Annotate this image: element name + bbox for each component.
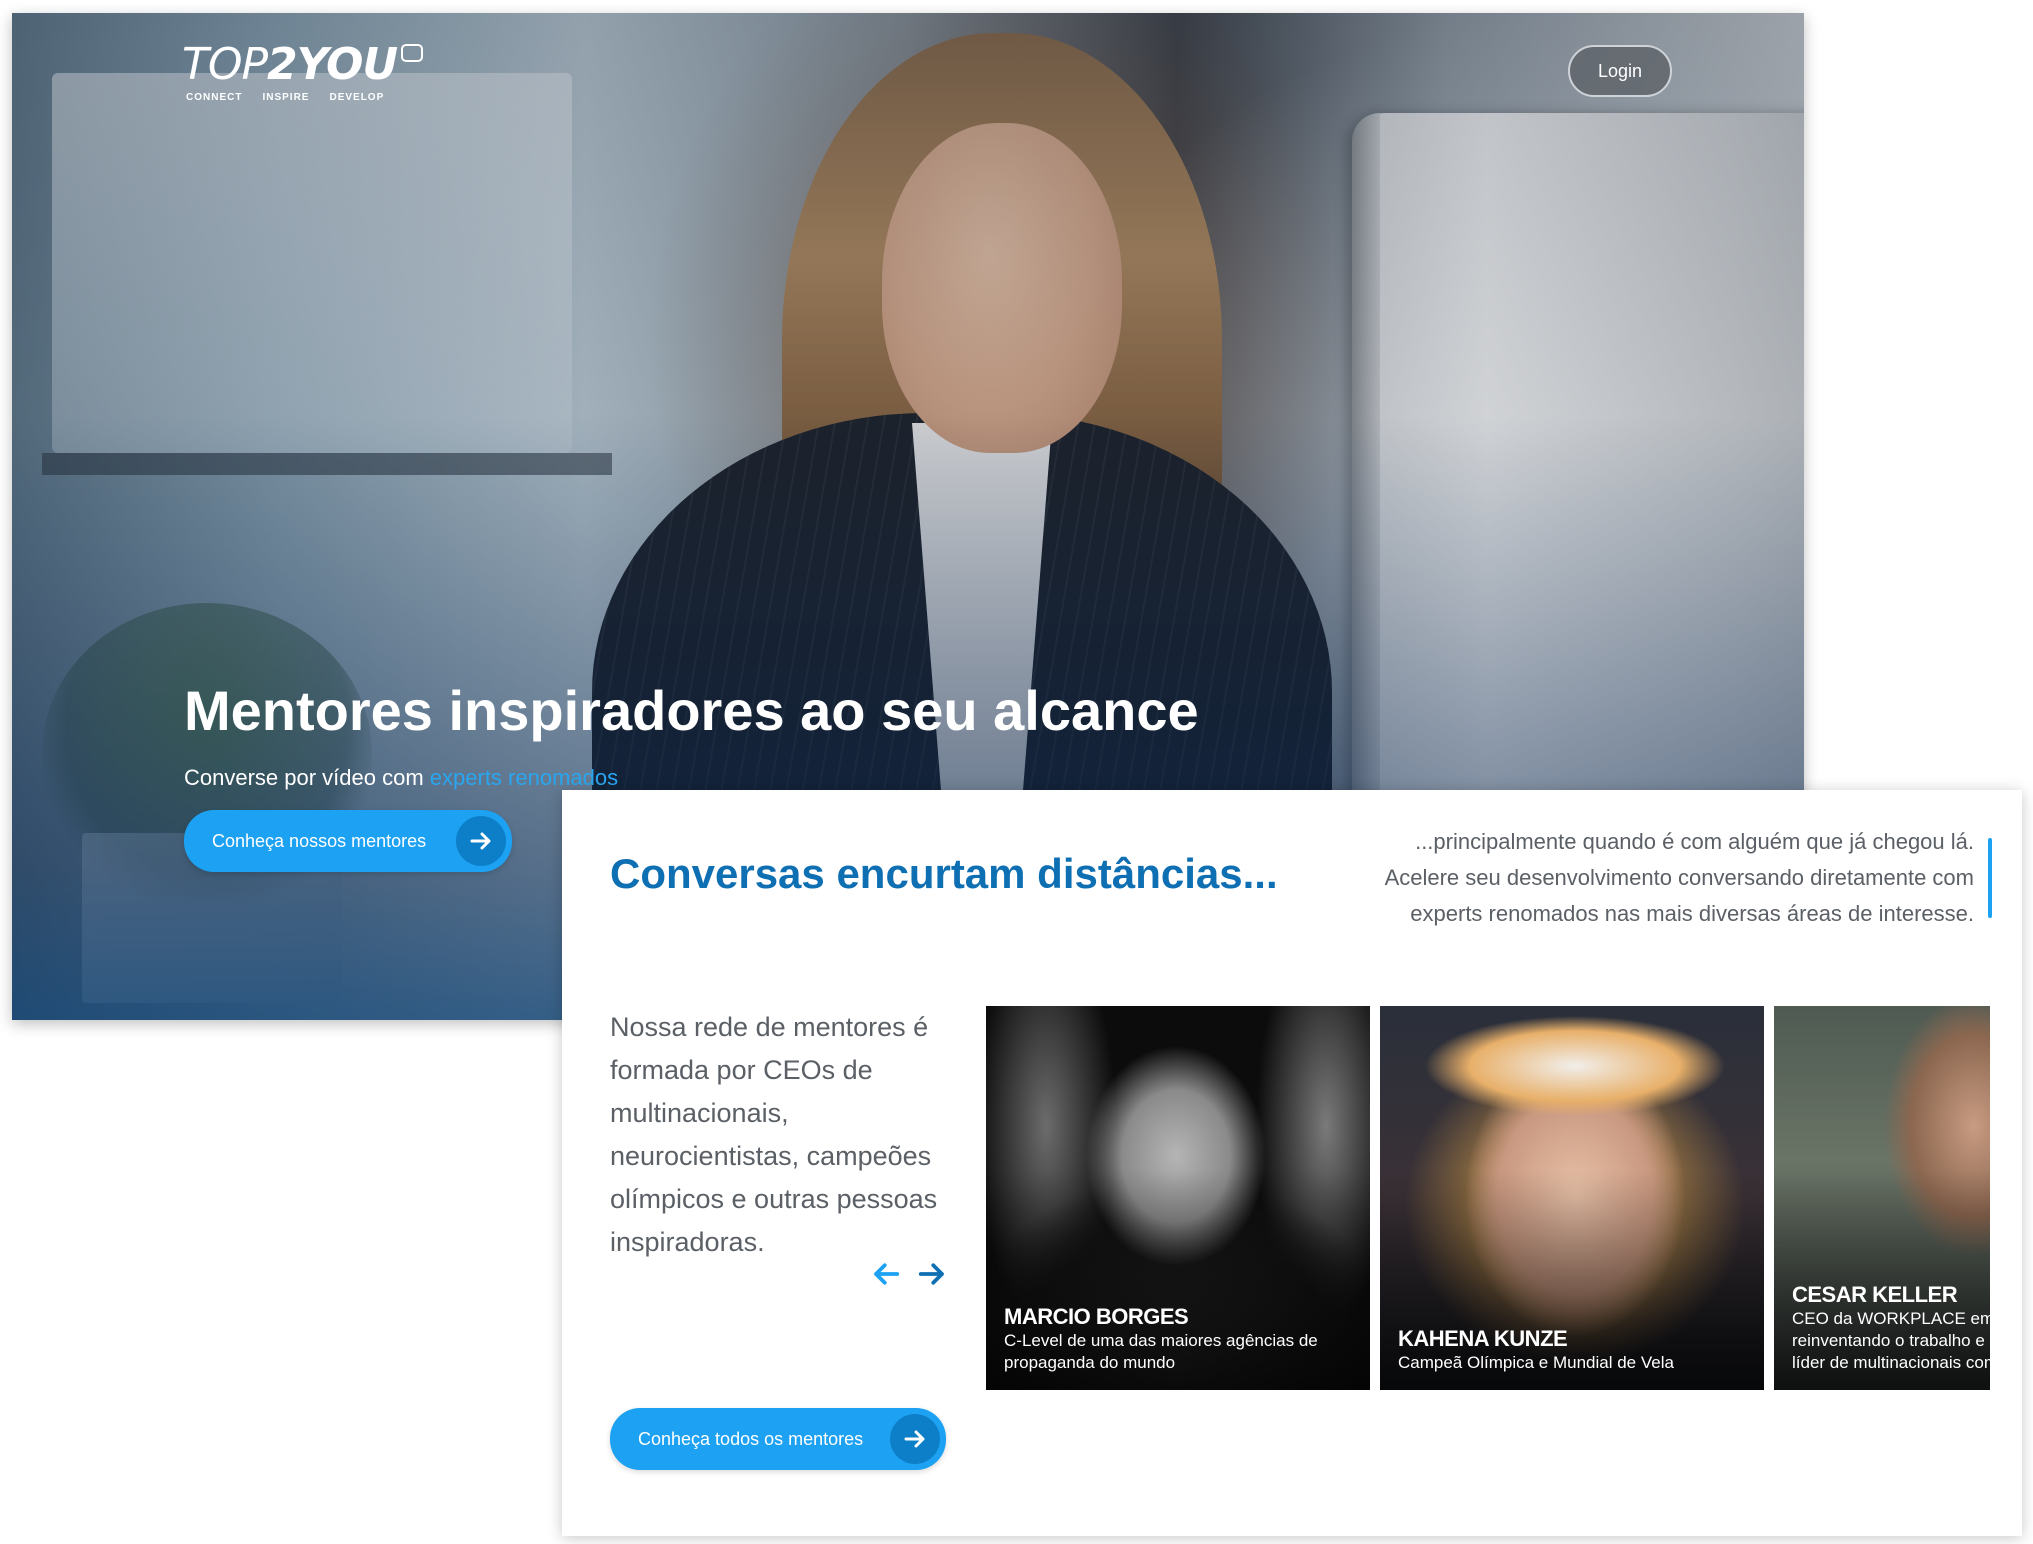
speech-bubble-icon xyxy=(401,44,424,62)
meet-mentors-button-label: Conheça nossos mentores xyxy=(212,830,427,851)
hero-subtitle-highlight: experts renomados xyxy=(429,765,619,790)
intro-accent-bar xyxy=(1988,838,1992,918)
mentor-card[interactable]: MARCIO BORGES C-Level de uma das maiores… xyxy=(986,1006,1370,1390)
logo-2you-text: 2YOU xyxy=(267,39,398,90)
logo-top-text: TOP xyxy=(182,39,268,90)
login-button[interactable]: Login xyxy=(1568,45,1672,97)
logo-tagline-connect: CONNECT xyxy=(186,92,243,103)
logo-tagline-develop: DEVELOP xyxy=(329,92,385,103)
mentor-card[interactable]: CESAR KELLER CEO da WORKPLACE em Seattle… xyxy=(1774,1006,1990,1390)
logo-wordmark: TOP 2YOU xyxy=(182,39,424,90)
hero-subtitle: Converse por vídeo com experts renomados xyxy=(184,765,618,791)
mentor-name: KAHENA KUNZE xyxy=(1398,1326,1568,1351)
mentor-name: MARCIO BORGES xyxy=(1004,1304,1189,1329)
hero-subtitle-text: Converse por vídeo com xyxy=(184,765,430,790)
section-intro: ...principalmente quando é com alguém qu… xyxy=(1254,824,1974,932)
mentor-carousel: MARCIO BORGES C-Level de uma das maiores… xyxy=(986,1006,1990,1390)
meet-all-mentors-button[interactable]: Conheça todos os mentores xyxy=(610,1408,946,1470)
intro-line-2: Acelere seu desenvolvimento conversando … xyxy=(1384,865,1974,890)
mentor-role: Campeã Olímpica e Mundial de Vela xyxy=(1398,1353,1674,1372)
intro-line-1: ...principalmente quando é com alguém qu… xyxy=(1415,829,1974,854)
section-title: Conversas encurtam distâncias... xyxy=(610,850,1278,897)
logo-tagline: CONNECT INSPIRE DEVELOP xyxy=(182,92,423,103)
arrow-left-icon xyxy=(874,1263,900,1285)
meet-all-mentors-button-label: Conheça todos os mentores xyxy=(638,1428,864,1449)
carousel-next-button[interactable] xyxy=(914,1256,950,1292)
mentor-role: C-Level de uma das maiores agências de p… xyxy=(1004,1331,1318,1372)
arrow-right-icon xyxy=(456,816,506,866)
intro-line-3: experts renomados nas mais diversas área… xyxy=(1410,901,1974,926)
mentor-card-text: KAHENA KUNZE Campeã Olímpica e Mundial d… xyxy=(1398,1326,1754,1374)
mentor-card[interactable]: KAHENA KUNZE Campeã Olímpica e Mundial d… xyxy=(1380,1006,1764,1390)
arrow-right-icon xyxy=(890,1414,940,1464)
top2you-logo[interactable]: TOP 2YOU CONNECT INSPIRE DEVELOP xyxy=(182,39,424,103)
mentor-name: CESAR KELLER xyxy=(1792,1282,1958,1307)
carousel-prev-button[interactable] xyxy=(868,1256,904,1292)
mentors-section: Conversas encurtam distâncias... ...prin… xyxy=(562,790,2022,1536)
mentor-role: CEO da WORKPLACE em Seattle reinventando… xyxy=(1792,1309,1990,1372)
meet-mentors-button[interactable]: Conheça nossos mentores xyxy=(184,810,512,872)
arrow-right-icon xyxy=(918,1263,944,1285)
mentor-card-text: CESAR KELLER CEO da WORKPLACE em Seattle… xyxy=(1792,1282,1990,1374)
logo-tagline-inspire: INSPIRE xyxy=(262,92,310,103)
mentors-description: Nossa rede de mentores é formada por CEO… xyxy=(610,1012,938,1257)
hero-title: Mentores inspiradores ao seu alcance xyxy=(184,679,1199,742)
mentor-card-text: MARCIO BORGES C-Level de uma das maiores… xyxy=(1004,1304,1360,1374)
